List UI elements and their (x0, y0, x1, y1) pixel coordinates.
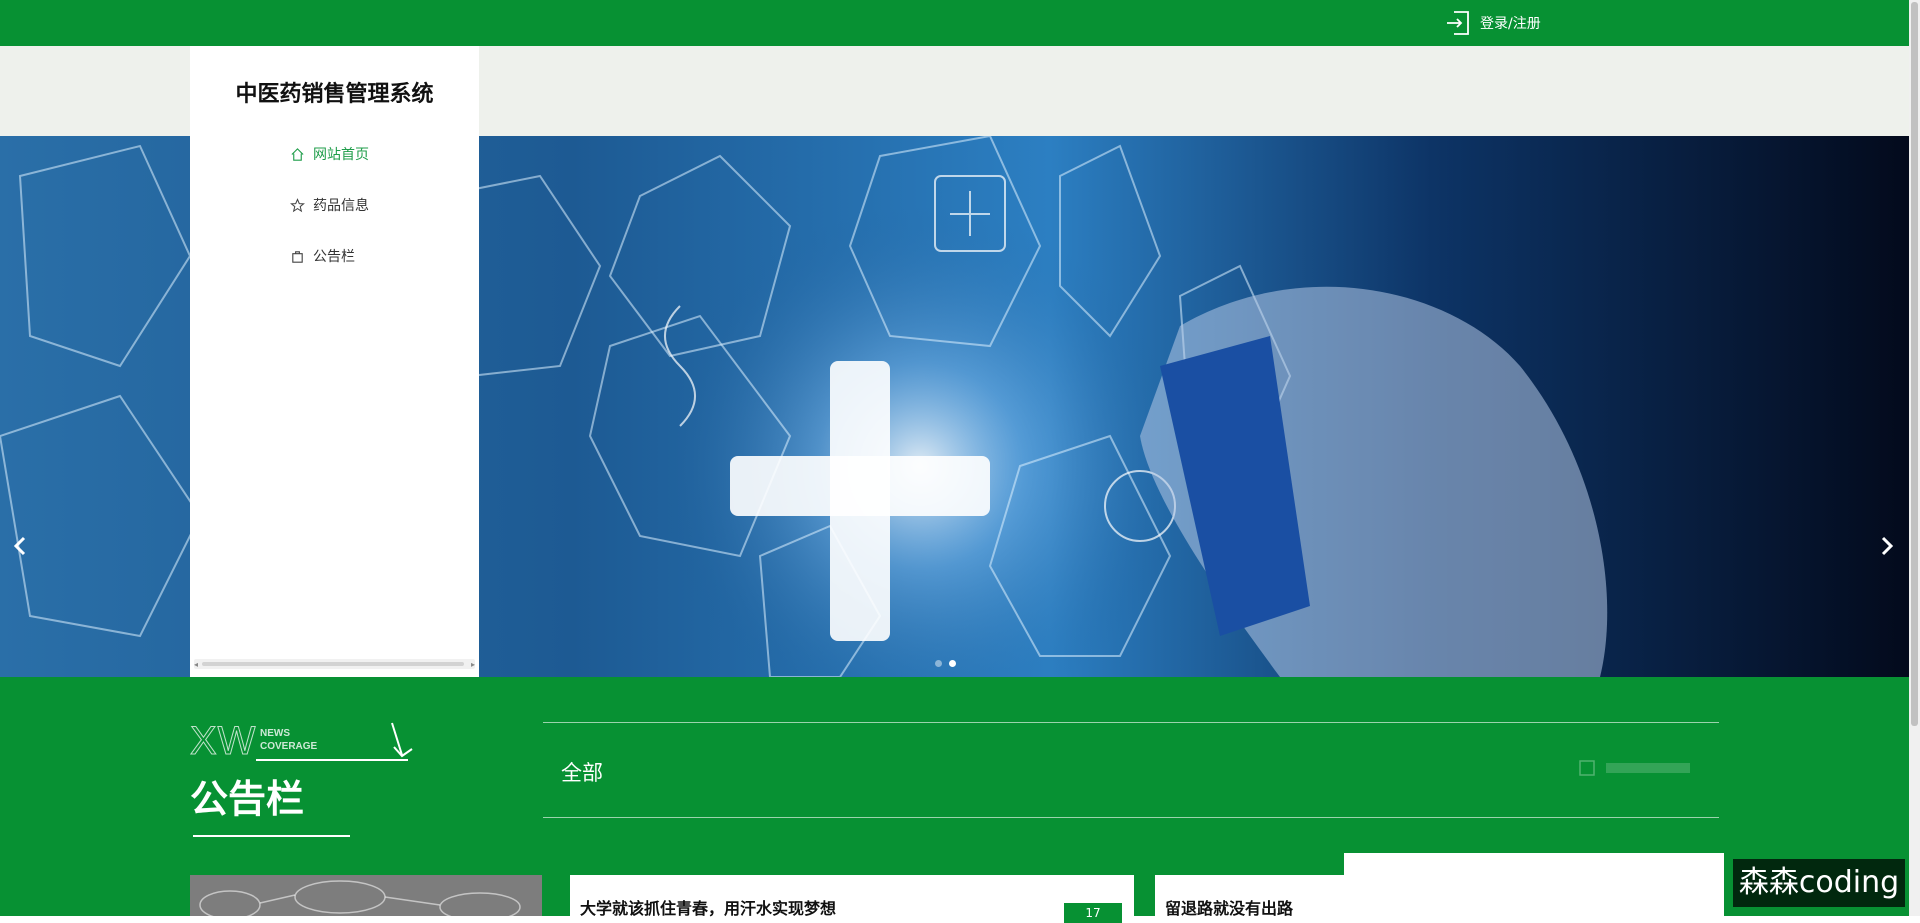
page-scroll-thumb[interactable] (1911, 2, 1918, 726)
news-thumbnail[interactable] (190, 875, 542, 916)
news-card[interactable]: 大学就该抓住青春，用汗水实现梦想 17 (570, 875, 1134, 923)
sidebar-item-drug-info[interactable]: 药品信息 (290, 193, 369, 217)
more-link[interactable] (1578, 759, 1690, 777)
news-card-title: 留退路就没有出路 (1165, 899, 1294, 918)
tab-divider-bottom (543, 817, 1719, 818)
login-register-link[interactable]: 登录/注册 (1444, 8, 1541, 38)
tab-divider-top (543, 722, 1719, 723)
tab-all[interactable]: 全部 (561, 757, 603, 787)
sidebar-horizontal-scrollbar[interactable]: ◂ ▸ (194, 659, 475, 669)
loading-overlay (1344, 853, 1724, 916)
home-icon (291, 147, 304, 161)
watermark: 森森coding (1733, 859, 1905, 907)
chevron-right-icon (1881, 536, 1894, 556)
sidebar: 中医药销售管理系统 网站首页 药品信息 公告栏 ◂ ▸ (190, 46, 479, 677)
sidebar-item-label: 公告栏 (313, 249, 355, 265)
sidebar-nav: 网站首页 药品信息 公告栏 (290, 142, 369, 295)
date-badge: 17 (1064, 903, 1122, 923)
sidebar-item-bulletin[interactable]: 公告栏 (290, 244, 369, 268)
star-icon (290, 197, 305, 212)
login-icon (1447, 11, 1469, 35)
carousel-next-button[interactable] (1867, 526, 1907, 566)
news-logo: XW NEWS COVERAGE (189, 719, 413, 763)
carousel-indicators (935, 660, 956, 667)
sidebar-item-label: 网站首页 (313, 147, 369, 163)
bag-icon (292, 250, 303, 263)
news-logo-small-2: COVERAGE (260, 741, 318, 752)
news-logo-small-1: NEWS (260, 728, 290, 739)
login-register-label: 登录/注册 (1480, 16, 1541, 32)
sidebar-item-home[interactable]: 网站首页 (290, 142, 369, 166)
section-title-underline (193, 835, 350, 837)
chevron-left-icon (13, 536, 26, 556)
arrow-down-right-icon (391, 722, 413, 758)
site-title: 中医药销售管理系统 (235, 82, 434, 107)
sidebar-item-label: 药品信息 (313, 198, 369, 214)
scroll-right-icon[interactable]: ▸ (471, 660, 475, 669)
news-section: XW NEWS COVERAGE 公告栏 全部 大学就该抓住青春，用汗水实现梦想… (0, 677, 1909, 923)
scroll-left-icon[interactable]: ◂ (194, 660, 198, 669)
more-link-bar (1606, 763, 1690, 773)
section-title: 公告栏 (190, 777, 305, 821)
news-thumbnail-image (190, 875, 542, 916)
carousel-dot-active[interactable] (949, 660, 956, 667)
scroll-thumb[interactable] (202, 662, 464, 666)
news-card-title: 大学就该抓住青春，用汗水实现梦想 (580, 899, 837, 918)
news-logo-subtext: NEWS COVERAGE (260, 727, 317, 753)
carousel-dot[interactable] (935, 660, 942, 667)
carousel-prev-button[interactable] (0, 526, 40, 566)
top-bar: 登录/注册 (0, 0, 1909, 46)
list-icon (1579, 760, 1595, 776)
page-scrollbar[interactable] (1909, 0, 1920, 916)
news-logo-letters: XW (189, 719, 257, 763)
